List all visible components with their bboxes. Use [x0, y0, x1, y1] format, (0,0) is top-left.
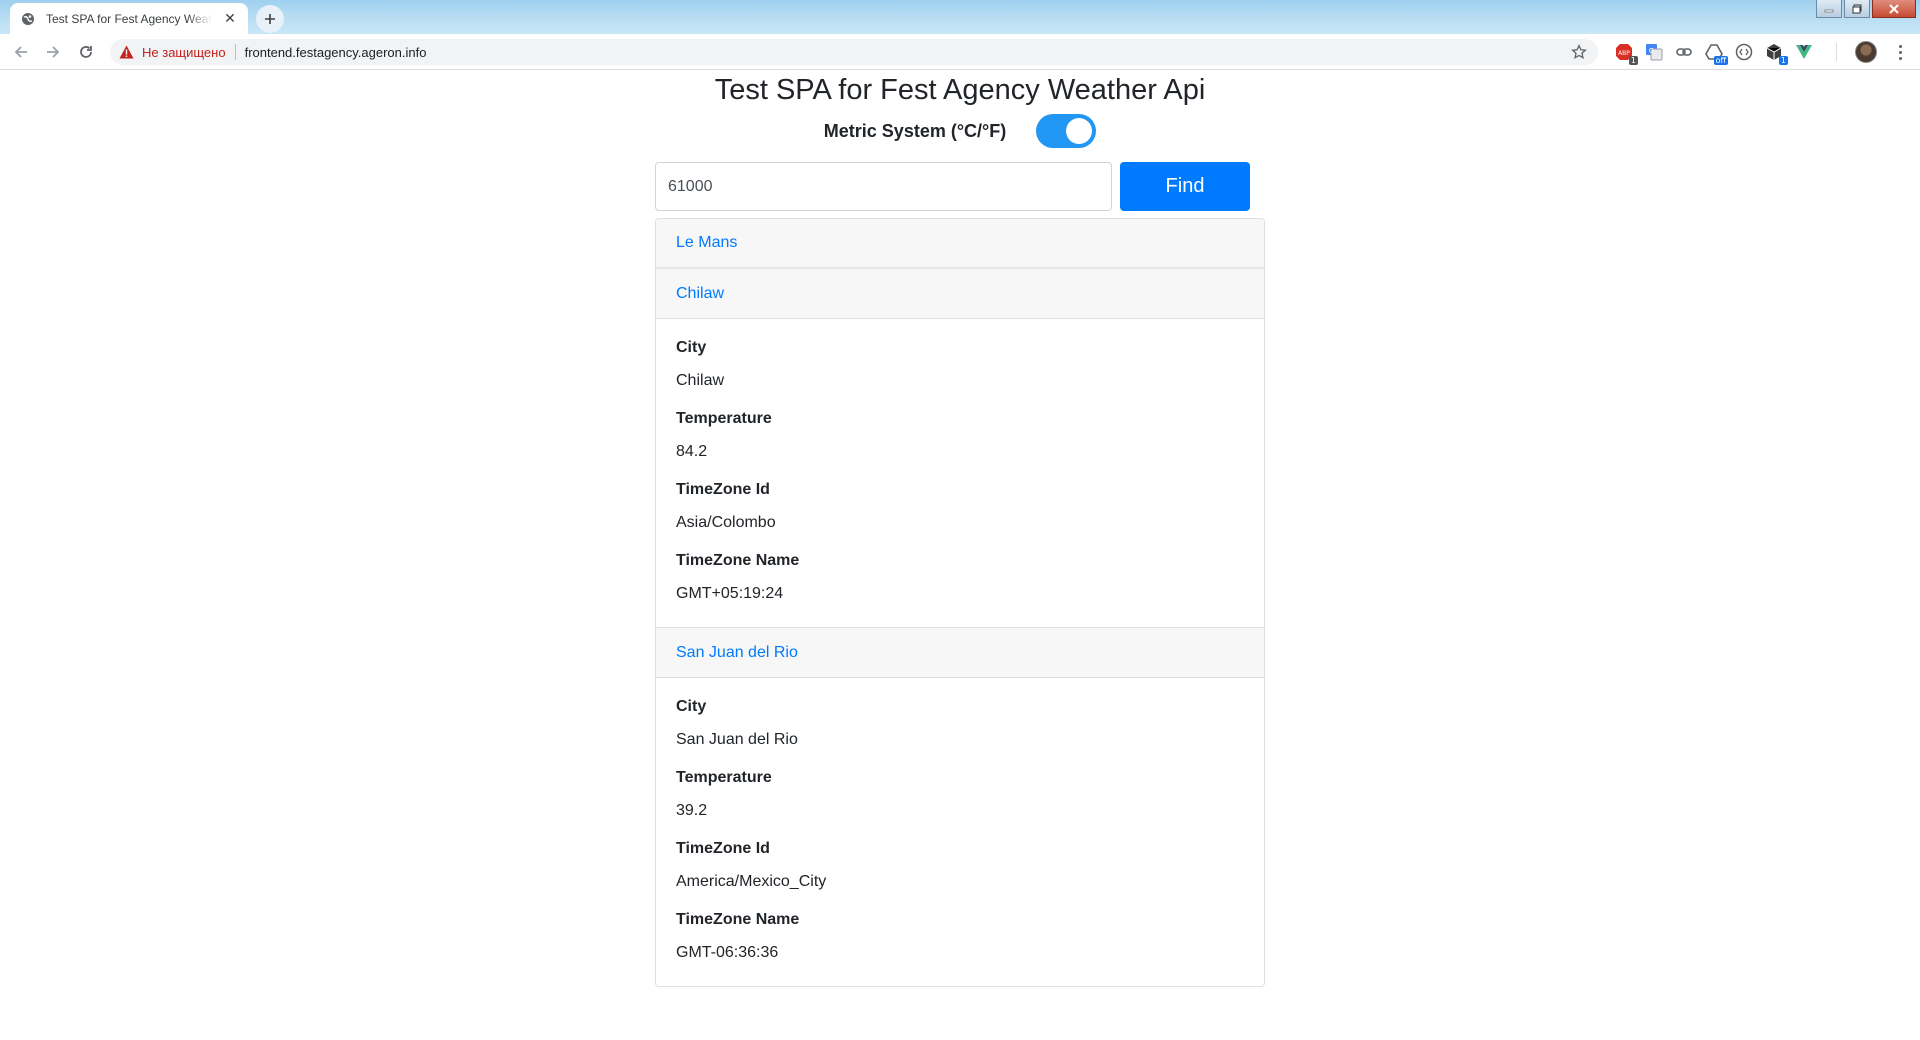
field-value: America/Mexico_City — [676, 873, 827, 890]
link-icon[interactable] — [1674, 42, 1694, 62]
drive-icon[interactable]: off — [1704, 42, 1728, 65]
field-label: City — [676, 339, 707, 356]
forward-button[interactable] — [43, 42, 63, 62]
field-value: San Juan del Rio — [676, 731, 798, 748]
city-details-san-juan-del-rio: City San Juan del Rio Temperature 39.2 T… — [656, 678, 1264, 986]
package-icon[interactable]: 1 — [1764, 42, 1788, 65]
field-label: Temperature — [676, 410, 772, 427]
zip-search-input[interactable] — [655, 162, 1112, 211]
drive-badge: off — [1713, 56, 1728, 65]
toolbar-divider — [1836, 43, 1837, 61]
security-label[interactable]: Не защищено — [142, 45, 226, 60]
field-value: 39.2 — [676, 802, 708, 819]
arrow-right-icon — [47, 46, 60, 58]
back-button[interactable] — [11, 42, 31, 62]
translate-icon[interactable]: G — [1644, 42, 1664, 62]
minimize-button[interactable] — [1816, 0, 1842, 18]
adblock-badge: 1 — [1628, 56, 1638, 65]
vue-icon[interactable] — [1794, 42, 1814, 62]
reload-button[interactable] — [76, 42, 96, 62]
city-header-san-juan-del-rio[interactable]: San Juan del Rio — [656, 628, 1264, 678]
bookmark-star-icon[interactable] — [1570, 43, 1588, 61]
new-tab-button[interactable] — [256, 5, 284, 33]
close-tab-icon[interactable]: ✕ — [222, 10, 238, 27]
field-label: City — [676, 698, 707, 715]
field-value: Chilaw — [676, 372, 725, 389]
window-controls — [1814, 0, 1916, 18]
url-text[interactable]: frontend.festagency.ageron.info — [245, 45, 427, 60]
browser-toolbar: Не защищено frontend.festagency.ageron.i… — [0, 34, 1920, 70]
browser-tab[interactable]: Test SPA for Fest Agency Weather Api ✕ — [10, 3, 248, 34]
city-details-chilaw: City Chilaw Temperature 84.2 TimeZone Id… — [656, 319, 1264, 628]
city-header-le-mans[interactable]: Le Mans — [656, 219, 1264, 269]
warning-icon[interactable] — [118, 44, 134, 60]
field-label: TimeZone Name — [676, 552, 800, 569]
reload-icon — [80, 46, 92, 58]
omnibox-divider — [234, 44, 236, 60]
field-value: GMT+05:19:24 — [676, 585, 784, 602]
field-value: GMT-06:36:36 — [676, 944, 779, 961]
field-label: TimeZone Id — [676, 840, 770, 857]
toggle-knob — [1066, 118, 1093, 144]
city-accordion: Le Mans Chilaw City Chilaw Temperature 8… — [655, 218, 1265, 987]
search-row: Find — [655, 162, 1265, 211]
field-label: Temperature — [676, 769, 772, 786]
globe-icon — [20, 11, 36, 27]
package-badge: 1 — [1778, 56, 1788, 65]
find-button[interactable]: Find — [1120, 162, 1250, 211]
code-icon[interactable] — [1734, 42, 1754, 62]
address-bar[interactable]: Не защищено frontend.festagency.ageron.i… — [110, 39, 1598, 65]
city-header-chilaw[interactable]: Chilaw — [656, 269, 1264, 319]
maximize-button[interactable] — [1844, 0, 1870, 18]
page-title: Test SPA for Fest Agency Weather Api — [714, 74, 1206, 106]
page-content: Test SPA for Fest Agency Weather Api Met… — [0, 71, 1920, 1040]
field-label: TimeZone Id — [676, 481, 770, 498]
field-value: 84.2 — [676, 443, 708, 460]
extensions-bar: ABP 1 G off 1 — [1614, 42, 1814, 65]
plus-icon — [265, 14, 275, 24]
svg-text:G: G — [1649, 47, 1654, 55]
field-label: TimeZone Name — [676, 911, 800, 928]
field-value: Asia/Colombo — [676, 514, 776, 531]
metric-toggle-row: Metric System (°C/°F) — [0, 113, 1920, 149]
browser-menu-button[interactable] — [1892, 42, 1908, 62]
tab-title: Test SPA for Fest Agency Weather Api — [46, 11, 212, 26]
browser-tab-strip: Test SPA for Fest Agency Weather Api ✕ — [0, 0, 1920, 34]
adblock-icon[interactable]: ABP 1 — [1614, 42, 1638, 65]
metric-system-label: Metric System (°C/°F) — [823, 120, 1007, 141]
arrow-left-icon — [14, 46, 27, 58]
metric-system-toggle[interactable] — [1036, 114, 1097, 148]
profile-avatar[interactable] — [1855, 41, 1877, 63]
close-window-button[interactable] — [1872, 0, 1916, 18]
